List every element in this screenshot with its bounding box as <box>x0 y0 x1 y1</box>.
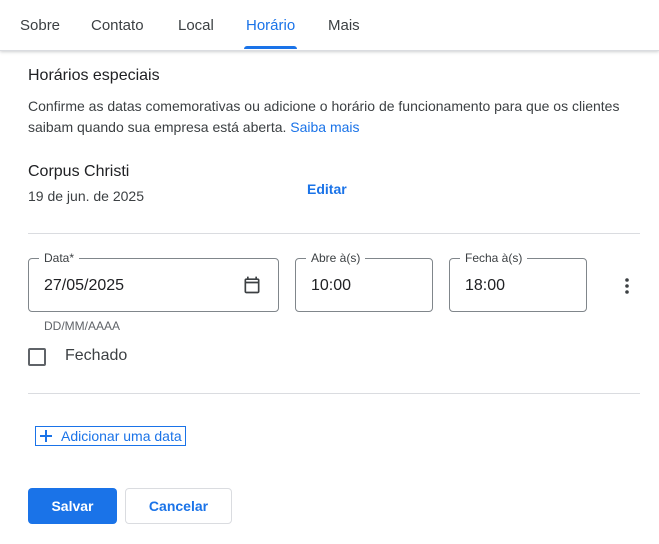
date-field-value[interactable]: 27/05/2025 <box>44 277 124 295</box>
divider <box>28 393 640 394</box>
tab-mais[interactable]: Mais <box>328 17 360 34</box>
tab-horario[interactable]: Horário <box>246 17 295 34</box>
add-date-label: Adicionar uma data <box>61 428 182 444</box>
learn-more-link[interactable]: Saiba mais <box>290 119 359 135</box>
closed-checkbox-label: Fechado <box>65 347 128 364</box>
active-tab-indicator <box>244 46 297 49</box>
closes-field[interactable]: Fecha à(s) 18:00 <box>449 250 587 312</box>
section-title: Horários especiais <box>28 67 160 84</box>
closed-checkbox[interactable] <box>28 348 46 366</box>
divider <box>28 233 640 234</box>
section-description: Confirme as datas comemorativas ou adici… <box>28 96 648 138</box>
tab-bar: Sobre Contato Local Horário Mais <box>0 0 659 51</box>
opens-field-value[interactable]: 10:00 <box>311 277 351 295</box>
add-date-button[interactable]: Adicionar uma data <box>35 426 186 446</box>
closes-field-label: Fecha à(s) <box>460 250 528 266</box>
plus-icon <box>36 427 56 445</box>
more-vert-icon[interactable] <box>617 276 637 296</box>
cancel-button[interactable]: Cancelar <box>125 488 232 524</box>
opens-field[interactable]: Abre à(s) 10:00 <box>295 250 433 312</box>
tab-sobre[interactable]: Sobre <box>20 17 60 34</box>
closes-field-value[interactable]: 18:00 <box>465 277 505 295</box>
holiday-name: Corpus Christi <box>28 163 130 180</box>
edit-holiday-button[interactable]: Editar <box>307 181 347 197</box>
holiday-date: 19 de jun. de 2025 <box>28 188 144 204</box>
calendar-icon[interactable] <box>242 275 262 295</box>
tab-contato[interactable]: Contato <box>91 17 144 34</box>
date-field-label: Data* <box>39 250 80 266</box>
opens-field-label: Abre à(s) <box>306 250 366 266</box>
tab-local[interactable]: Local <box>178 17 214 34</box>
save-button[interactable]: Salvar <box>28 488 117 524</box>
date-field[interactable]: Data* 27/05/2025 <box>28 250 279 312</box>
date-format-hint: DD/MM/AAAA <box>44 319 121 333</box>
